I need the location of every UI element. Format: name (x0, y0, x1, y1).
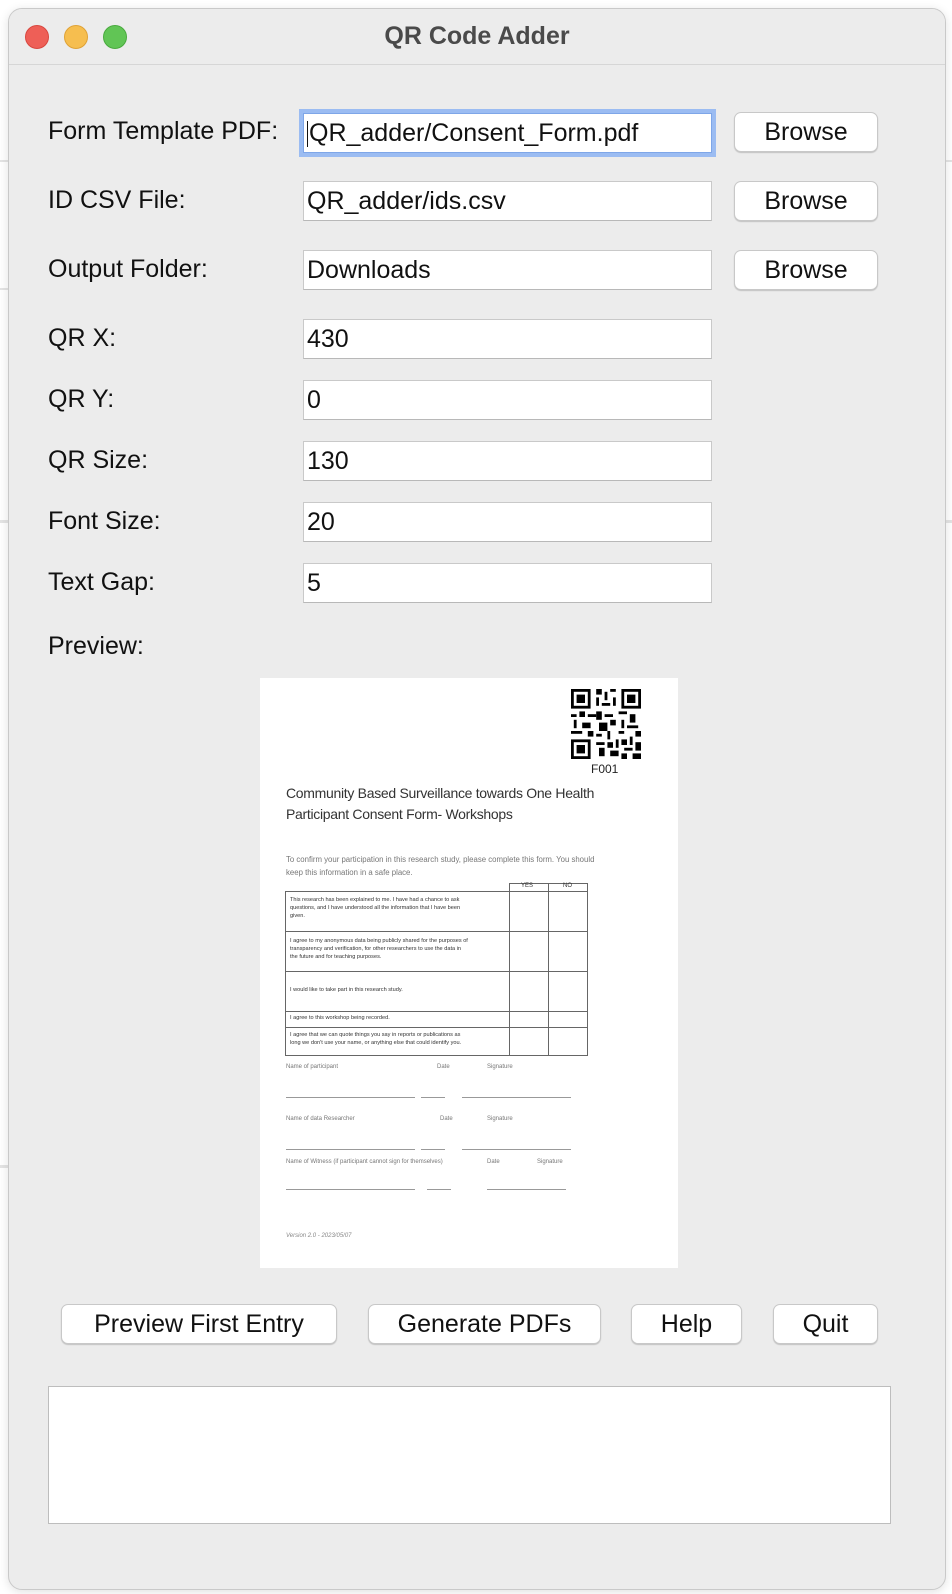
preview-statement-line: This research has been explained to me. … (290, 897, 460, 903)
preview-statement-line: given. (290, 913, 305, 919)
title-bar[interactable]: QR Code Adder (9, 9, 945, 65)
text-caret (307, 121, 308, 148)
preview-consent-table: YES NO This research has been explained … (285, 883, 588, 1056)
qr-x-label: QR X: (48, 324, 117, 352)
preview-sig-name-label: Name of data Researcher (286, 1116, 355, 1122)
preview-sig-signature-label: Signature (487, 1064, 513, 1070)
preview-image: F001 Community Based Surveillance toward… (260, 678, 678, 1268)
app-window: QR Code Adder Form Template PDF: QR_adde… (8, 8, 946, 1590)
preview-statement-line: questions, and I have understood all the… (290, 905, 461, 911)
preview-heading-line1: Community Based Surveillance towards One… (286, 785, 595, 801)
preview-sig-signature-label: Signature (487, 1116, 513, 1122)
qr-y-input[interactable]: 0 (303, 380, 712, 420)
preview-sig-date-label: Date (440, 1116, 453, 1122)
qr-x-input[interactable]: 430 (303, 319, 712, 359)
preview-id-text: F001 (591, 762, 619, 776)
template-pdf-input[interactable]: QR_adder/Consent_Form.pdf (299, 109, 716, 157)
preview-sig-name-label: Name of Witness (if participant cannot s… (286, 1159, 443, 1165)
preview-intro-line1: To confirm your participation in this re… (286, 855, 595, 864)
qr-code-icon (571, 689, 641, 759)
output-folder-input[interactable]: Downloads (303, 250, 712, 290)
background-divider (0, 1165, 8, 1168)
preview-statement-line: transparency and verification, for other… (290, 946, 462, 952)
qr-size-input[interactable]: 130 (303, 441, 712, 481)
preview-statement-line: I agree to this workshop being recorded. (290, 1015, 390, 1021)
qr-size-label: QR Size: (48, 446, 149, 474)
font-size-label: Font Size: (48, 507, 161, 535)
id-csv-input[interactable]: QR_adder/ids.csv (303, 181, 712, 221)
window-title: QR Code Adder (384, 22, 570, 50)
preview-statement-line: I would like to take part in this resear… (290, 987, 403, 993)
preview-sig-name-label: Name of participant (286, 1064, 339, 1070)
preview-version-text: Version 2.0 - 2023/05/07 (286, 1233, 352, 1239)
browse-output-button[interactable]: Browse (734, 250, 878, 290)
preview-first-entry-button[interactable]: Preview First Entry (61, 1304, 337, 1344)
preview-intro-line2: keep this information in a safe place. (286, 868, 413, 877)
browse-csv-button[interactable]: Browse (734, 181, 878, 221)
preview-sig-date-label: Date (437, 1064, 450, 1070)
preview-label: Preview: (48, 632, 144, 660)
quit-button[interactable]: Quit (773, 1304, 878, 1344)
preview-statement-line: long we don't use your name, or anything… (290, 1040, 462, 1046)
qr-y-label: QR Y: (48, 385, 115, 413)
browse-template-button[interactable]: Browse (734, 112, 878, 152)
log-output-area[interactable] (48, 1386, 891, 1524)
preview-no-header: NO (563, 883, 572, 889)
preview-sig-date-label: Date (487, 1159, 500, 1165)
generate-pdfs-button[interactable]: Generate PDFs (368, 1304, 601, 1344)
preview-statement-line: I agree that we can quote things you say… (290, 1032, 461, 1038)
font-size-input[interactable]: 20 (303, 502, 712, 542)
background-divider (0, 288, 8, 290)
background-divider (0, 520, 8, 523)
help-button[interactable]: Help (631, 1304, 742, 1344)
text-gap-input[interactable]: 5 (303, 563, 712, 603)
template-pdf-label: Form Template PDF: (48, 117, 279, 145)
preview-yes-header: YES (521, 883, 534, 889)
text-gap-label: Text Gap: (48, 568, 155, 596)
output-folder-label: Output Folder: (48, 255, 208, 283)
id-csv-label: ID CSV File: (48, 186, 186, 214)
preview-statement-line: the future and for teaching purposes. (290, 954, 382, 960)
background-divider (0, 160, 8, 162)
preview-statement-line: I agree to my anonymous data being publi… (290, 938, 468, 944)
template-pdf-value: QR_adder/Consent_Form.pdf (309, 119, 639, 147)
preview-heading-line2: Participant Consent Form- Workshops (286, 806, 513, 822)
preview-sig-signature-label: Signature (537, 1159, 563, 1165)
